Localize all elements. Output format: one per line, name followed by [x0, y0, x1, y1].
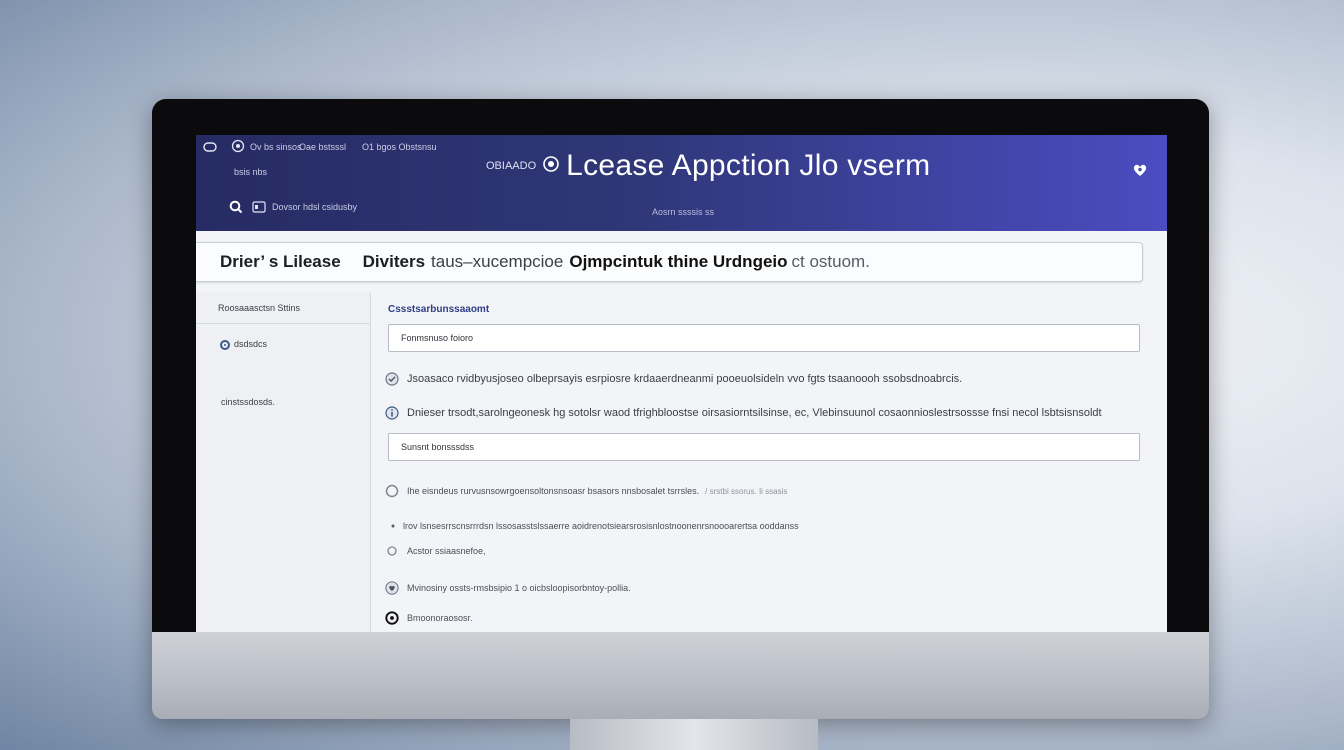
search-icon[interactable]: [229, 200, 243, 214]
info-row-5: Acstor ssiaasnefoe,: [385, 544, 486, 558]
banner-light-text: taus–xucempcioe: [431, 252, 564, 271]
text-field-2[interactable]: Sunsnt bonsssdss: [388, 433, 1140, 461]
sidebar: Roosaaasctsn Sttins dsdsdcs cinstssdosds…: [196, 292, 371, 632]
id-card-icon: [252, 201, 266, 213]
info-line-3-faint: / srstbi ssorus. Ii ssasis: [705, 486, 788, 496]
info-line-1: Jsoasaco rvidbyusjoseo olbeprsayis esrpi…: [407, 373, 963, 385]
app-title-group: OBIAADO Lcease Appction Jlo vserm: [486, 149, 930, 183]
menu-item-right[interactable]: O1 bgos Obstsnsu: [362, 142, 437, 152]
circle-icon: [385, 484, 399, 498]
sidebar-item-1[interactable]: dsdsdcs: [220, 339, 267, 350]
monitor-chin: [152, 632, 1209, 719]
info-row-6: Mvinosiny ossts-rmsbsipio 1 o oicbsloopi…: [385, 581, 631, 595]
info-row-7[interactable]: Bmoonoraososr.: [385, 611, 473, 625]
banner-tail-text: ct ostuom.: [791, 252, 870, 271]
radio-selected-icon[interactable]: [385, 611, 399, 625]
license-banner: Drier’ s Lilease Diviters taus–xucempcio…: [196, 242, 1143, 282]
info-row-1: Jsoasaco rvidbyusjoseo olbeprsayis esrpi…: [385, 372, 962, 386]
info-row-2: Dnieser trsodt,sarolngeonesk hg sotolsr …: [385, 406, 1102, 420]
info-line-5: Acstor ssiaasnefoe,: [407, 546, 486, 556]
bullet-icon: [389, 519, 397, 533]
sidebar-item-label: dsdsdcs: [234, 339, 268, 349]
banner-mid-text: Diviters: [362, 252, 426, 271]
cloud-icon: [230, 139, 246, 153]
menu-item-mid[interactable]: Oae bstsssl: [299, 142, 346, 152]
page-title: Lcease Appction Jlo vserm: [566, 149, 931, 182]
info-circle-icon: [385, 406, 399, 420]
heart-icon[interactable]: [1131, 161, 1149, 179]
menu-toggle-icon[interactable]: [203, 142, 217, 152]
check-circle-icon: [385, 372, 399, 386]
sub-item-text[interactable]: bsis nbs: [234, 167, 267, 177]
monitor-stand: [570, 719, 818, 750]
banner-left-text: Drier’ s Lilease: [220, 252, 341, 271]
text-field-1[interactable]: Fonmsnuso foioro: [388, 324, 1140, 352]
radio-icon[interactable]: [220, 339, 230, 350]
info-line-6: Mvinosiny ossts-rmsbsipio 1 o oicbsloopi…: [407, 583, 631, 593]
screen: Ov bs sinsos Oae bstsssl O1 bgos Obstsns…: [196, 135, 1167, 632]
info-line-7: Bmoonoraososr.: [407, 613, 473, 623]
heart-check-icon: [385, 581, 399, 595]
section-title: Cssstsarbunssaaomt: [388, 304, 490, 315]
brand-logo-icon: [542, 155, 560, 178]
main-content: Cssstsarbunssaaomt Fonmsnuso foioro Jsoa…: [371, 292, 1167, 632]
brand-label: OBIAADO: [486, 160, 537, 172]
small-circle-icon: [385, 544, 399, 558]
app-header: Ov bs sinsos Oae bstsssl O1 bgos Obstsns…: [196, 135, 1167, 231]
sidebar-heading: Roosaaasctsn Sttins: [196, 292, 370, 324]
search-text[interactable]: Dovsor hdsl csidusby: [272, 202, 357, 212]
info-line-2: Dnieser trsodt,sarolngeonesk hg sotolsr …: [407, 407, 1102, 419]
info-line-4: lrov lsnsesrrscnsrrrdsn lssosasstslssaer…: [403, 521, 799, 531]
info-line-3: Ihe eisndeus rurvusnsowrgoensoltonsnsoas…: [407, 486, 700, 496]
banner-strong-text: Ojmpcintuk thine Urdngeio: [569, 252, 788, 271]
header-subtitle: Aosrn ssssis ss: [652, 207, 715, 217]
sidebar-item-2[interactable]: cinstssdosds.: [221, 397, 275, 407]
menu-item-left[interactable]: Ov bs sinsos: [250, 142, 302, 152]
info-row-3: Ihe eisndeus rurvusnsowrgoensoltonsnsoas…: [385, 484, 787, 498]
info-row-4: lrov lsnsesrrscnsrrrdsn lssosasstslssaer…: [389, 519, 799, 533]
